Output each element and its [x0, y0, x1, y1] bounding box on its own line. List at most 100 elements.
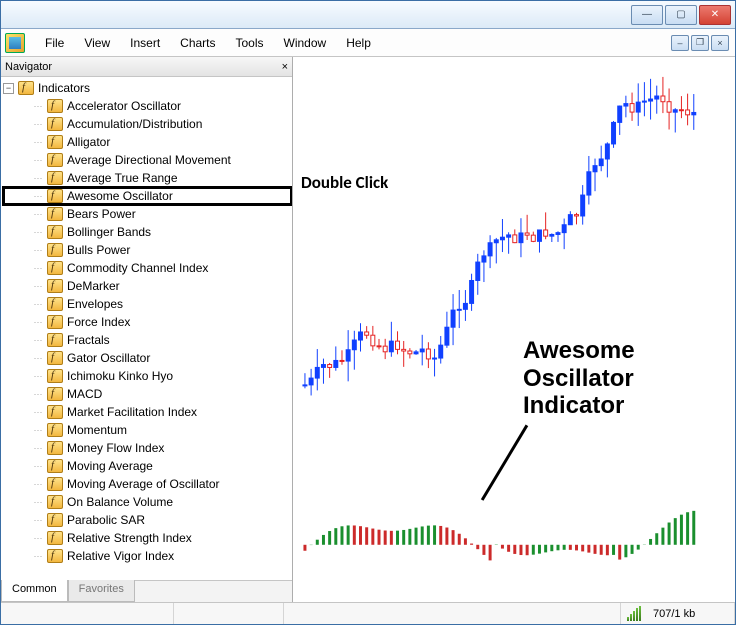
indicator-item[interactable]: ⋯Bulls Power — [3, 241, 292, 259]
indicator-label: Momentum — [67, 423, 127, 437]
indicator-item[interactable]: ⋯Relative Vigor Index — [3, 547, 292, 565]
menu-view[interactable]: View — [74, 32, 120, 54]
indicator-label: Force Index — [67, 315, 130, 329]
function-icon — [47, 153, 63, 167]
navigator-panel: Navigator × −Indicators⋯Accelerator Osci… — [1, 57, 293, 602]
indicator-item[interactable]: ⋯Moving Average of Oscillator — [3, 475, 292, 493]
indicator-label: Fractals — [67, 333, 110, 347]
function-icon — [47, 351, 63, 365]
indicator-label: Bears Power — [67, 207, 136, 221]
app-window: — ▢ ✕ File View Insert Charts Tools Wind… — [0, 0, 736, 625]
function-icon — [47, 459, 63, 473]
function-icon — [47, 333, 63, 347]
indicator-label: Money Flow Index — [67, 441, 164, 455]
function-icon — [47, 495, 63, 509]
function-icon — [47, 477, 63, 491]
indicator-item[interactable]: ⋯Bollinger Bands — [3, 223, 292, 241]
mdi-close-button[interactable]: × — [711, 35, 729, 51]
function-icon — [47, 225, 63, 239]
function-icon — [47, 405, 63, 419]
indicator-item[interactable]: ⋯Force Index — [3, 313, 292, 331]
function-icon — [47, 117, 63, 131]
menu-insert[interactable]: Insert — [120, 32, 170, 54]
tree-root-indicators[interactable]: −Indicators — [3, 79, 292, 97]
function-icon — [47, 423, 63, 437]
menu-file[interactable]: File — [35, 32, 74, 54]
status-cell-1 — [1, 603, 174, 624]
indicator-item[interactable]: ⋯Accelerator Oscillator — [3, 97, 292, 115]
indicator-item[interactable]: ⋯Average True Range — [3, 169, 292, 187]
indicator-item[interactable]: ⋯Ichimoku Kinko Hyo — [3, 367, 292, 385]
indicator-label: Relative Vigor Index — [67, 549, 174, 563]
function-icon — [47, 369, 63, 383]
function-icon — [47, 387, 63, 401]
indicator-item[interactable]: ⋯Accumulation/Distribution — [3, 115, 292, 133]
indicator-item[interactable]: ⋯Awesome Oscillator — [3, 187, 292, 205]
indicator-label: Commodity Channel Index — [67, 261, 208, 275]
indicator-label: Relative Strength Index — [67, 531, 192, 545]
navigator-close-icon[interactable]: × — [282, 61, 288, 73]
workspace: Navigator × −Indicators⋯Accelerator Osci… — [1, 57, 735, 602]
mdi-minimize-button[interactable]: – — [671, 35, 689, 51]
indicator-item[interactable]: ⋯On Balance Volume — [3, 493, 292, 511]
indicator-item[interactable]: ⋯Average Directional Movement — [3, 151, 292, 169]
indicator-item[interactable]: ⋯Alligator — [3, 133, 292, 151]
indicator-label: Gator Oscillator — [67, 351, 150, 365]
function-icon — [47, 243, 63, 257]
status-cell-2 — [174, 603, 284, 624]
minimize-button[interactable]: — — [631, 5, 663, 25]
folder-fn-icon — [18, 81, 34, 95]
indicator-tree: −Indicators⋯Accelerator Oscillator⋯Accum… — [1, 77, 292, 580]
chart-area[interactable]: Double Click Awesome Oscillator Indicato… — [293, 57, 735, 602]
indicator-item[interactable]: ⋯Momentum — [3, 421, 292, 439]
indicator-item[interactable]: ⋯DeMarker — [3, 277, 292, 295]
maximize-button[interactable]: ▢ — [665, 5, 697, 25]
indicator-label: Awesome Oscillator — [67, 189, 173, 203]
indicator-label: Accumulation/Distribution — [67, 117, 202, 131]
indicator-label: Accelerator Oscillator — [67, 99, 181, 113]
tree-scroll[interactable]: −Indicators⋯Accelerator Oscillator⋯Accum… — [1, 77, 292, 580]
function-icon — [47, 135, 63, 149]
indicator-item[interactable]: ⋯MACD — [3, 385, 292, 403]
indicator-label: Envelopes — [67, 297, 123, 311]
indicator-item[interactable]: ⋯Parabolic SAR — [3, 511, 292, 529]
function-icon — [47, 513, 63, 527]
menu-tools[interactable]: Tools — [226, 32, 274, 54]
status-connection: 707/1 kb — [621, 603, 735, 624]
menu-window[interactable]: Window — [274, 32, 337, 54]
indicator-item[interactable]: ⋯Envelopes — [3, 295, 292, 313]
indicator-item[interactable]: ⋯Bears Power — [3, 205, 292, 223]
indicator-item[interactable]: ⋯Money Flow Index — [3, 439, 292, 457]
indicator-item[interactable]: ⋯Gator Oscillator — [3, 349, 292, 367]
indicator-label: DeMarker — [67, 279, 120, 293]
indicator-item[interactable]: ⋯Fractals — [3, 331, 292, 349]
tab-common[interactable]: Common — [1, 580, 68, 602]
status-kb: 707/1 kb — [653, 608, 695, 620]
price-chart — [293, 57, 735, 595]
menu-charts[interactable]: Charts — [170, 32, 225, 54]
indicator-label: Average Directional Movement — [67, 153, 231, 167]
app-icon — [5, 33, 25, 53]
tab-favorites[interactable]: Favorites — [68, 580, 135, 602]
function-icon — [47, 297, 63, 311]
function-icon — [47, 441, 63, 455]
indicator-item[interactable]: ⋯Relative Strength Index — [3, 529, 292, 547]
indicator-label: Average True Range — [67, 171, 178, 185]
function-icon — [47, 189, 63, 203]
function-icon — [47, 531, 63, 545]
indicator-label: Moving Average of Oscillator — [67, 477, 220, 491]
statusbar: 707/1 kb — [1, 602, 735, 624]
mdi-restore-button[interactable]: ❐ — [691, 35, 709, 51]
navigator-title: Navigator × — [1, 57, 292, 77]
indicator-item[interactable]: ⋯Market Facilitation Index — [3, 403, 292, 421]
indicator-item[interactable]: ⋯Moving Average — [3, 457, 292, 475]
menubar: File View Insert Charts Tools Window Hel… — [1, 29, 735, 57]
annotation-ao-label: Awesome Oscillator Indicator — [523, 337, 635, 420]
annotation-double-click: Double Click — [301, 172, 388, 193]
function-icon — [47, 315, 63, 329]
indicator-label: Market Facilitation Index — [67, 405, 197, 419]
close-button[interactable]: ✕ — [699, 5, 731, 25]
indicator-label: MACD — [67, 387, 102, 401]
indicator-item[interactable]: ⋯Commodity Channel Index — [3, 259, 292, 277]
menu-help[interactable]: Help — [336, 32, 381, 54]
